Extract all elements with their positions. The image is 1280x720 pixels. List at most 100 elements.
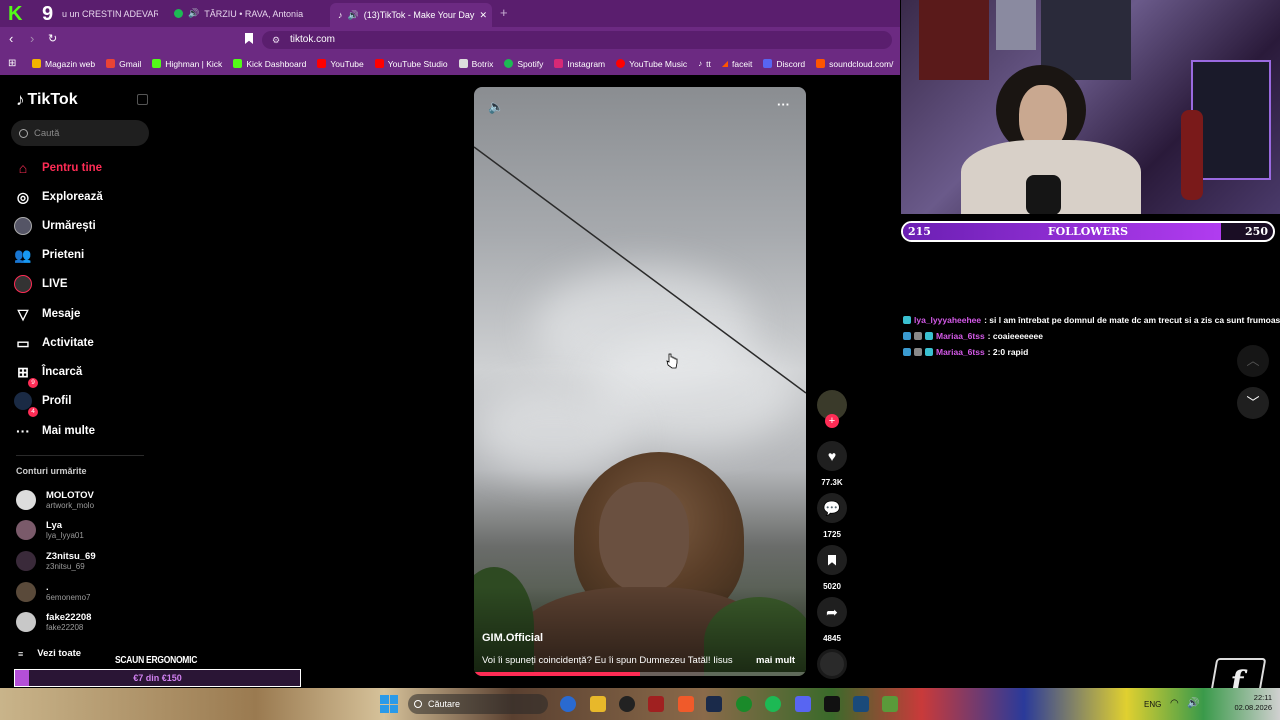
tab-2[interactable]: 🔊 TÂRZIU • RAVA, Antonia [174, 4, 324, 23]
bookmark-page-icon[interactable] [245, 33, 253, 44]
bookmark-botrix[interactable]: Botrix [458, 58, 494, 69]
account-6emonemo7[interactable]: . 6emonemo7 [16, 582, 90, 602]
faceit-icon: ◢ [721, 59, 728, 68]
collapse-sidebar-icon[interactable] [137, 94, 148, 105]
followers-goal: 250 [1245, 225, 1268, 238]
bookmark-label: tt [706, 58, 711, 69]
more-options-icon[interactable]: ··· [777, 97, 790, 112]
scroll-down-button[interactable]: ﹀ [1237, 387, 1269, 419]
url-field[interactable]: tiktok.com [262, 31, 892, 49]
forward-icon[interactable]: › [30, 31, 34, 46]
bookmark-highman[interactable]: Highman | Kick [152, 59, 222, 69]
bookmark-spotify[interactable]: Spotify [504, 59, 543, 69]
gmail-icon [106, 59, 116, 68]
brave-icon[interactable] [678, 696, 694, 712]
capcut-icon[interactable] [824, 696, 840, 712]
sound-disc-button[interactable] [817, 649, 847, 679]
mute-icon[interactable]: 🔈 [488, 99, 504, 115]
bookmark-youtube[interactable]: YouTube [317, 58, 364, 69]
nav-exploreaza[interactable]: ◎ Explorează [14, 188, 103, 206]
xbox-icon[interactable] [736, 696, 752, 712]
start-button[interactable] [380, 695, 398, 713]
bookmark-instagram[interactable]: Instagram [554, 59, 605, 69]
volume-icon[interactable]: 🔊 [1187, 698, 1199, 709]
account-fake22208[interactable]: fake22208 fake22208 [16, 612, 91, 632]
back-icon[interactable]: ‹ [9, 31, 13, 46]
nav-mesaje[interactable]: ▽ Mesaje [14, 305, 81, 323]
like-button[interactable]: ♥ 77.3K [817, 441, 847, 487]
video-author[interactable]: GIM.Official [482, 632, 543, 644]
discord-icon[interactable] [795, 696, 811, 712]
bookmark-tt[interactable]: ♪ tt [698, 59, 711, 69]
nav-profil[interactable]: Profil [14, 392, 71, 410]
bookmark-youtube-music[interactable]: YouTube Music [616, 59, 687, 69]
video-player[interactable]: 🔈 ··· GIM.Official Voi îi spuneți coinci… [474, 87, 806, 676]
kick-icon [152, 59, 162, 68]
nav-mai-multe[interactable]: ··· Mai multe [14, 422, 95, 440]
bookmark-label: Highman | Kick [165, 58, 223, 69]
bookmark-soundcloud[interactable]: soundcloud.com/ [816, 59, 893, 69]
scroll-up-button[interactable]: ︿ [1237, 345, 1269, 377]
apps-icon[interactable]: ⊞ [8, 58, 16, 69]
chair-goal-progress: €7 din €150 [133, 673, 182, 683]
account-molotov[interactable]: MOLOTOV artwork_molo [16, 490, 94, 510]
new-tab-button[interactable]: + [500, 5, 508, 20]
bookmark-kick-dashboard[interactable]: Kick Dashboard [233, 59, 306, 69]
wifi-icon[interactable]: ◠ [1170, 698, 1179, 709]
tiktok-logo[interactable]: ♪ TikTok [16, 90, 78, 110]
account-lya[interactable]: Lya lya_lyya01 [16, 520, 84, 540]
windows-logo-tile [389, 704, 398, 713]
chat-username[interactable]: Mariaa_6tss [936, 347, 985, 357]
nav-incarca[interactable]: ⊞ Încarcă [14, 363, 82, 381]
tab-1[interactable]: u un CRESTIN ADEVARAT ca [62, 4, 158, 23]
tab-tiktok[interactable]: ♪ 🔊 (13)TikTok - Make Your Day ✕ [330, 3, 492, 27]
bookmark-gmail[interactable]: Gmail [106, 59, 141, 69]
chat-username[interactable]: Mariaa_6tss [936, 331, 985, 341]
browser-tab-bar: K 9 u un CRESTIN ADEVARAT ca 🔊 TÂRZIU • … [0, 0, 900, 27]
voicemeeter-icon[interactable] [648, 696, 664, 712]
see-all-button[interactable]: ≡ Vezi toate [18, 648, 81, 659]
nav-urmaresti[interactable]: Urmărești [14, 217, 96, 235]
bookmark-label: Instagram [567, 58, 606, 69]
bookmark-faceit[interactable]: ◢ faceit [722, 59, 752, 69]
nav-activitate[interactable]: ▭ Activitate [14, 334, 93, 352]
obs-icon[interactable] [619, 696, 635, 712]
site-info-icon[interactable]: ⚙ [272, 35, 280, 46]
nav-pentru-tine[interactable]: ⌂ Pentru tine [14, 159, 102, 177]
user-badge-icon [914, 332, 922, 340]
file-explorer-icon[interactable] [590, 696, 606, 712]
taskbar-search[interactable]: Căutare [408, 694, 548, 714]
windows-taskbar [0, 688, 1280, 720]
minecraft-icon[interactable] [882, 696, 898, 712]
close-tab-icon[interactable]: ✕ [479, 10, 487, 21]
spotify-icon[interactable] [765, 696, 781, 712]
chat-username[interactable]: lya_lyyyaheehee [914, 315, 981, 325]
nav-prieteni[interactable]: 👥 Prieteni [14, 246, 84, 264]
bookmark-youtube-studio[interactable]: YouTube Studio [374, 59, 448, 69]
chrome-icon[interactable] [560, 696, 576, 712]
soundcloud-icon [816, 59, 826, 68]
save-button[interactable]: 5020 [817, 545, 847, 591]
language-indicator[interactable]: ENG [1144, 700, 1161, 709]
reload-icon[interactable]: ↻ [48, 32, 57, 45]
bookmark-label: Botrix [471, 58, 494, 69]
steam-icon[interactable] [706, 696, 722, 712]
steam-client-icon[interactable] [853, 696, 869, 712]
bookmark-discord[interactable]: Discord [763, 59, 805, 69]
messages-icon: ▽ [17, 305, 29, 322]
chat-message: Mariaa_6tss : coaieeeeeee [903, 331, 1043, 341]
video-progress-track[interactable] [474, 672, 806, 676]
search-input[interactable]: Caută [11, 120, 149, 146]
account-z3nitsu[interactable]: Z3nitsu_69 z3nitsu_69 [16, 551, 96, 571]
comment-count: 1725 [823, 530, 841, 539]
music-disc-icon [817, 649, 847, 679]
follow-plus-button[interactable]: + [825, 414, 839, 428]
comment-button[interactable]: 💬 1725 [817, 493, 847, 539]
bookmark-label: YouTube [330, 58, 364, 69]
bookmark-magazin[interactable]: Magazin web [32, 59, 95, 69]
nav-live[interactable]: LIVE [14, 275, 68, 293]
clock[interactable]: 22:11 02.08.2026 [1226, 693, 1272, 713]
bookmark-label: soundcloud.com/ [829, 58, 894, 69]
caption-more-button[interactable]: mai mult [756, 655, 795, 666]
share-button[interactable]: ➦ 4845 [817, 597, 847, 643]
